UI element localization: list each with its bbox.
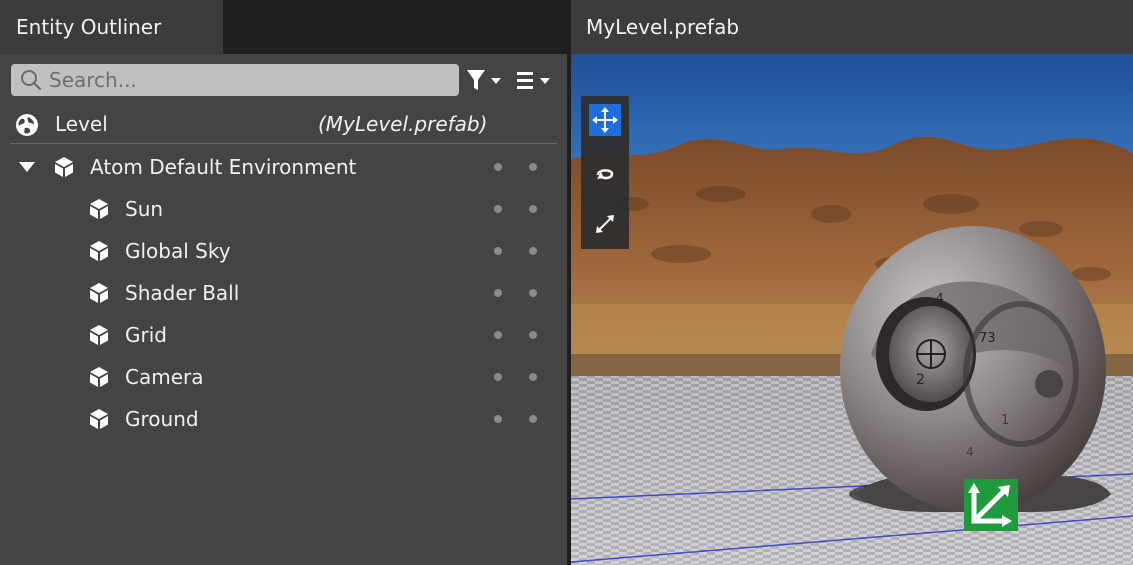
entity-row-ground[interactable]: Ground <box>0 398 567 440</box>
level-label: Level <box>55 112 108 136</box>
viewport-tab-bar: MyLevel.prefab <box>571 0 1133 54</box>
entity-label: Global Sky <box>125 239 231 263</box>
entity-cube-icon <box>90 409 108 429</box>
visibility-toggle[interactable] <box>494 289 502 297</box>
viewport-scene[interactable]: 4 73 2 1 4 <box>571 54 1133 565</box>
search-input[interactable] <box>49 64 449 96</box>
ball-number: 4 <box>966 445 974 459</box>
move-tool-button[interactable] <box>589 104 621 136</box>
level-row[interactable]: Level (MyLevel.prefab) <box>0 104 567 144</box>
scale-tool-button[interactable] <box>589 208 621 240</box>
entity-label: Shader Ball <box>125 281 240 305</box>
visibility-toggle[interactable] <box>494 247 502 255</box>
globe-icon <box>16 114 38 136</box>
entity-cube-icon <box>90 241 108 261</box>
tab-entity-outliner[interactable]: Entity Outliner <box>0 0 223 54</box>
entity-cube-icon <box>90 367 108 387</box>
entity-manipulator[interactable] <box>964 479 1018 531</box>
entity-row-sun[interactable]: Sun <box>0 188 567 230</box>
entity-row-atom-default-environment[interactable]: Atom Default Environment <box>0 146 567 188</box>
lock-toggle[interactable] <box>529 331 537 339</box>
lock-toggle[interactable] <box>529 247 537 255</box>
filter-button[interactable] <box>464 66 508 96</box>
entity-row-global-sky[interactable]: Global Sky <box>0 230 567 272</box>
entity-label: Ground <box>125 407 199 431</box>
scale-icon <box>596 215 614 233</box>
lock-toggle[interactable] <box>529 373 537 381</box>
manipulator-arrows-icon <box>968 483 1012 527</box>
ball-number: 73 <box>979 331 996 346</box>
ball-number: 4 <box>936 291 944 305</box>
visibility-toggle[interactable] <box>494 415 502 423</box>
entity-row-shader-ball[interactable]: Shader Ball <box>0 272 567 314</box>
level-file-label: (MyLevel.prefab) <box>318 112 488 136</box>
divider <box>10 143 557 144</box>
filter-icon <box>467 70 501 90</box>
lock-toggle[interactable] <box>529 205 537 213</box>
expand-arrow-icon[interactable] <box>19 162 35 172</box>
display-options-button[interactable] <box>513 66 557 96</box>
rotate-icon <box>596 169 614 180</box>
tab-mylevel-prefab[interactable]: MyLevel.prefab <box>586 0 739 54</box>
entity-label: Camera <box>125 365 204 389</box>
entity-label: Sun <box>125 197 164 221</box>
entity-cube-icon <box>55 157 73 177</box>
entity-cube-icon <box>90 325 108 345</box>
visibility-toggle[interactable] <box>494 373 502 381</box>
visibility-toggle[interactable] <box>494 205 502 213</box>
lock-toggle[interactable] <box>529 163 537 171</box>
outliner-tab-bar: Entity Outliner <box>0 0 567 54</box>
entity-cube-icon <box>90 199 108 219</box>
entity-cube-icon <box>90 283 108 303</box>
entity-row-grid[interactable]: Grid <box>0 314 567 356</box>
search-icon <box>21 70 42 91</box>
lock-toggle[interactable] <box>529 289 537 297</box>
rotate-tool-button[interactable] <box>589 157 621 189</box>
transform-toolbar <box>581 96 629 249</box>
viewport-panel: MyLevel.prefab 4 73 2 1 4 <box>571 0 1133 565</box>
entity-row-camera[interactable]: Camera <box>0 356 567 398</box>
visibility-toggle[interactable] <box>494 163 502 171</box>
menu-icon <box>517 72 550 89</box>
entity-label: Atom Default Environment <box>90 155 357 179</box>
lock-toggle[interactable] <box>529 415 537 423</box>
move-icon <box>592 107 618 133</box>
entity-outliner-panel: Entity Outliner Level (MyLevel.pr <box>0 0 567 565</box>
search-box[interactable] <box>11 64 459 96</box>
ball-number: 1 <box>1001 413 1009 428</box>
visibility-toggle[interactable] <box>494 331 502 339</box>
entity-label: Grid <box>125 323 167 347</box>
ball-number: 2 <box>916 372 925 388</box>
